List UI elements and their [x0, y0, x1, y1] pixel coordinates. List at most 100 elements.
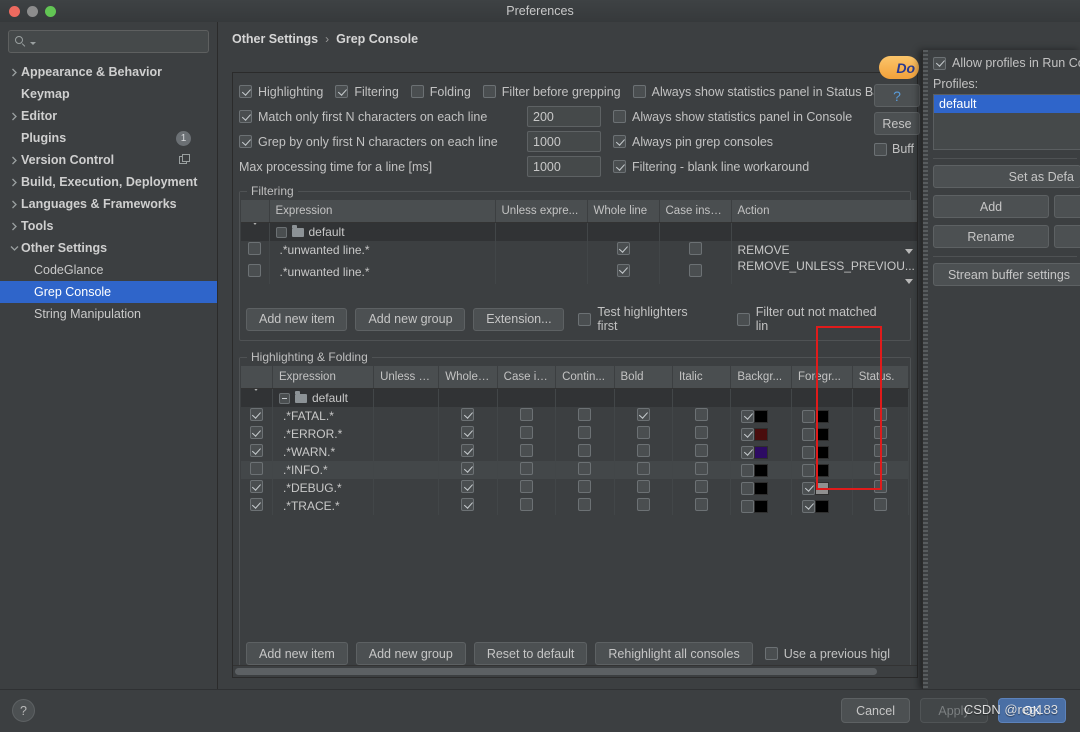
- table-row[interactable]: .*DEBUG.*: [241, 479, 910, 497]
- checkbox[interactable]: [578, 312, 592, 326]
- column-header[interactable]: Action: [731, 200, 917, 223]
- help-question-button[interactable]: ?: [12, 699, 35, 722]
- unless-cell[interactable]: [373, 461, 440, 479]
- action-cell[interactable]: REMOVE_UNLESS_PREVIOU...: [731, 259, 917, 284]
- color-swatch[interactable]: [815, 463, 830, 477]
- table-cell-checkbox[interactable]: [241, 259, 270, 284]
- table-cell-checkbox[interactable]: [438, 443, 498, 461]
- cell-checkbox[interactable]: [873, 426, 887, 439]
- cell-checkbox[interactable]: [873, 462, 887, 475]
- chevron-right-icon[interactable]: [8, 156, 21, 165]
- cell-checkbox[interactable]: [461, 480, 475, 493]
- cell-checkbox[interactable]: [461, 408, 475, 421]
- cell-checkbox[interactable]: [695, 444, 709, 457]
- cell-checkbox[interactable]: [688, 242, 702, 255]
- table-cell-color[interactable]: [791, 425, 853, 443]
- cell-checkbox[interactable]: [616, 263, 630, 277]
- ok-button[interactable]: OK: [998, 698, 1066, 723]
- highlighting-add-new-group-button[interactable]: Add new group: [355, 642, 466, 665]
- checkbox[interactable]: [764, 647, 778, 660]
- sidebar-item-grep-console[interactable]: Grep Console: [0, 281, 217, 303]
- sidebar-item-version-control[interactable]: Version Control: [0, 149, 217, 171]
- table-cell-checkbox[interactable]: [241, 497, 273, 515]
- cell-checkbox[interactable]: [873, 498, 887, 511]
- column-header[interactable]: Unless expre...: [495, 200, 588, 223]
- add-profile-button[interactable]: Add: [933, 195, 1049, 218]
- table-cell-checkbox[interactable]: [241, 241, 270, 259]
- rename-profile-button[interactable]: Rename: [933, 225, 1049, 248]
- unless-cell[interactable]: [495, 259, 588, 284]
- pin-consoles-checkbox[interactable]: [613, 135, 626, 148]
- chevron-down-icon[interactable]: [252, 388, 261, 405]
- color-cell[interactable]: [798, 409, 846, 423]
- table-cell-checkbox[interactable]: [672, 497, 732, 515]
- cell-checkbox[interactable]: [578, 408, 592, 421]
- table-cell-checkbox[interactable]: [497, 425, 557, 443]
- cell-checkbox[interactable]: [519, 408, 533, 421]
- table-cell-checkbox[interactable]: [852, 425, 910, 443]
- table-cell-color[interactable]: [791, 461, 853, 479]
- color-enable-checkbox[interactable]: [802, 499, 816, 513]
- color-swatch[interactable]: [754, 481, 769, 495]
- table-cell-checkbox[interactable]: [659, 259, 732, 284]
- expression-cell[interactable]: .*INFO.*: [272, 461, 375, 479]
- checkbox[interactable]: [410, 85, 424, 98]
- cell-checkbox[interactable]: [249, 462, 263, 475]
- panel-scroll-thumb[interactable]: [235, 668, 877, 675]
- table-cell-color[interactable]: [730, 461, 793, 479]
- table-cell-checkbox[interactable]: [852, 497, 910, 515]
- column-header[interactable]: Bold: [614, 366, 673, 389]
- chevron-down-icon[interactable]: [904, 279, 913, 284]
- cell-checkbox[interactable]: [249, 498, 263, 511]
- table-cell-checkbox[interactable]: [614, 479, 673, 497]
- column-header[interactable]: [241, 200, 270, 223]
- column-header[interactable]: Expression: [272, 366, 375, 389]
- cell-checkbox[interactable]: [695, 480, 709, 493]
- stats-console-checkbox[interactable]: [613, 110, 626, 123]
- table-cell-checkbox[interactable]: [852, 461, 910, 479]
- table-cell-checkbox[interactable]: [497, 479, 557, 497]
- chevron-right-icon[interactable]: [8, 200, 21, 209]
- cell-checkbox[interactable]: [249, 426, 263, 439]
- table-cell-checkbox[interactable]: [614, 497, 673, 515]
- column-header[interactable]: Italic: [672, 366, 732, 389]
- table-cell-checkbox[interactable]: [241, 443, 273, 461]
- expression-cell[interactable]: .*unwanted line.*: [269, 259, 496, 284]
- cell-checkbox[interactable]: [578, 480, 592, 493]
- color-enable-checkbox[interactable]: [741, 499, 755, 513]
- chevron-right-icon[interactable]: [8, 112, 21, 121]
- set-as-default-button[interactable]: Set as Defa: [933, 165, 1080, 188]
- color-cell[interactable]: [737, 481, 785, 495]
- reset-button[interactable]: Rese: [874, 112, 920, 135]
- table-cell-color[interactable]: [730, 425, 793, 443]
- cell-checkbox[interactable]: [636, 408, 650, 421]
- color-cell[interactable]: [798, 463, 846, 477]
- color-cell[interactable]: [798, 445, 846, 459]
- cell-checkbox[interactable]: [461, 444, 475, 457]
- cell-checkbox[interactable]: [616, 242, 630, 255]
- color-cell[interactable]: [737, 463, 785, 477]
- match-n-input[interactable]: [527, 106, 601, 127]
- cell-checkbox[interactable]: [578, 462, 592, 475]
- table-cell-checkbox[interactable]: [852, 443, 910, 461]
- table-cell-checkbox[interactable]: [672, 479, 732, 497]
- sidebar-item-appearance-behavior[interactable]: Appearance & Behavior: [0, 61, 217, 83]
- buffer-checkbox[interactable]: [874, 142, 887, 156]
- overlay-resize-grip[interactable]: [923, 50, 928, 690]
- column-header[interactable]: Unless e...: [373, 366, 440, 389]
- expression-cell[interactable]: .*ERROR.*: [272, 425, 375, 443]
- table-cell-checkbox[interactable]: [852, 407, 910, 425]
- sidebar-item-codeglance[interactable]: CodeGlance: [0, 259, 217, 281]
- column-header[interactable]: Case in...: [497, 366, 557, 389]
- match-n-checkbox[interactable]: [239, 110, 252, 123]
- table-cell-checkbox[interactable]: [438, 479, 498, 497]
- color-cell[interactable]: [798, 481, 846, 495]
- color-enable-checkbox[interactable]: [741, 463, 755, 477]
- cell-checkbox[interactable]: [636, 426, 650, 439]
- table-cell-checkbox[interactable]: [672, 461, 732, 479]
- expression-cell[interactable]: .*TRACE.*: [272, 497, 375, 515]
- cell-checkbox[interactable]: [248, 263, 262, 277]
- table-cell-color[interactable]: [730, 479, 793, 497]
- cell-checkbox[interactable]: [636, 462, 650, 475]
- table-cell-checkbox[interactable]: [614, 425, 673, 443]
